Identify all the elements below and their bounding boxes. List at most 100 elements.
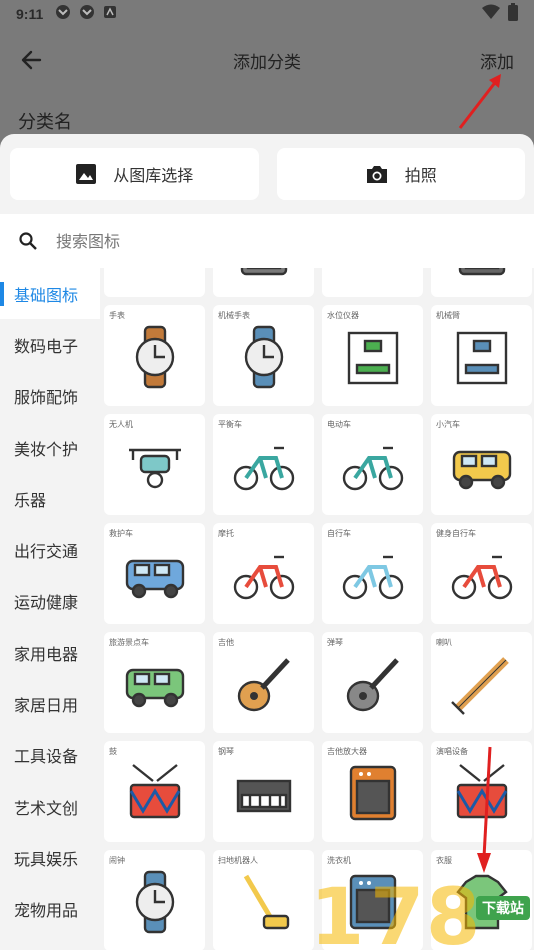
annotation-arrow bbox=[458, 74, 501, 129]
watch-icon bbox=[135, 325, 175, 389]
camera-icon bbox=[366, 166, 387, 183]
category-item[interactable]: 数码电子 bbox=[0, 319, 100, 370]
icon-tile[interactable]: 水位仪器 bbox=[322, 305, 423, 406]
icon-tile-label: 演唱设备 bbox=[436, 747, 468, 756]
category-item[interactable]: 玩具娱乐 bbox=[0, 832, 100, 883]
3d-printer-icon bbox=[347, 331, 399, 385]
category-item[interactable]: 基础图标 bbox=[0, 268, 100, 320]
category-list: 基础图标 数码电子 服饰配饰 美妆个护 乐器 出行交通 运动健康 家用电器 家居日用 工具设备 艺术… bbox=[0, 268, 100, 950]
image-icon bbox=[76, 164, 97, 184]
amplifier-icon bbox=[349, 765, 397, 821]
watermark-text: 下载站 bbox=[476, 896, 530, 920]
status-bar: 9:11 bbox=[0, 0, 534, 28]
icon-tile[interactable]: 自行车 bbox=[322, 523, 423, 624]
category-item[interactable]: 出行交通 bbox=[0, 524, 100, 575]
icon-tile-label: 小汽车 bbox=[436, 420, 460, 429]
icon-tile-label: 洗衣机 bbox=[327, 856, 351, 865]
icon-tile-label: 摩托 bbox=[218, 529, 234, 538]
vacuum-icon bbox=[243, 874, 290, 930]
mechanical-watch-icon bbox=[244, 325, 284, 389]
category-item[interactable]: 家用电器 bbox=[0, 627, 100, 678]
motorcycle-icon bbox=[233, 555, 295, 600]
search-input[interactable] bbox=[56, 231, 456, 251]
icon-tile-label: 手表 bbox=[109, 311, 125, 320]
category-item[interactable]: 服饰配饰 bbox=[0, 371, 100, 422]
notification-icon-2 bbox=[79, 4, 95, 24]
category-item[interactable]: 美妆个护 bbox=[0, 422, 100, 473]
car-icon bbox=[452, 450, 512, 490]
drone-icon bbox=[129, 448, 181, 489]
icon-tile[interactable]: 救护车 bbox=[104, 523, 205, 624]
svg-text:1: 1 bbox=[310, 880, 364, 950]
projector-icon bbox=[123, 268, 187, 280]
headset-icon bbox=[341, 268, 405, 280]
icon-tile[interactable]: 小汽车 bbox=[431, 414, 532, 515]
icon-tile[interactable]: 弹琴 bbox=[322, 632, 423, 733]
icon-tile[interactable]: 闹钟 bbox=[104, 850, 205, 950]
icon-tile[interactable]: 机械臂 bbox=[431, 305, 532, 406]
camera-button-label: 拍照 bbox=[404, 166, 437, 185]
icon-tile[interactable]: 扫地机器人 bbox=[213, 850, 314, 950]
icon-tile[interactable] bbox=[104, 268, 205, 297]
rv-icon bbox=[125, 559, 185, 599]
icon-tile-label: 健身自行车 bbox=[436, 529, 476, 538]
electric-guitar-icon bbox=[346, 658, 399, 712]
icon-tile[interactable]: 吉他 bbox=[213, 632, 314, 733]
icon-tile[interactable]: 无人机 bbox=[104, 414, 205, 515]
icon-tile[interactable] bbox=[431, 268, 532, 297]
gallery-button-label: 从图库选择 bbox=[113, 166, 194, 185]
icon-tile[interactable]: 吉他放大器 bbox=[322, 741, 423, 842]
icon-tile-label: 闹钟 bbox=[109, 856, 125, 865]
bicycle-icon bbox=[342, 555, 404, 600]
top-app-bar: 添加分类 添加 bbox=[0, 36, 534, 84]
icon-tile-label: 钢琴 bbox=[218, 747, 234, 756]
piano-icon bbox=[236, 779, 292, 813]
electric-scooter-icon bbox=[342, 446, 404, 491]
gallery-button[interactable]: 从图库选择 bbox=[10, 148, 259, 200]
category-item[interactable]: 乐器 bbox=[0, 473, 100, 524]
icon-tile-label: 吉他 bbox=[218, 638, 234, 647]
icon-tile-label: 机械手表 bbox=[218, 311, 250, 320]
robot-arm-icon bbox=[456, 331, 508, 385]
category-item[interactable]: 宠物用品 bbox=[0, 884, 100, 935]
icon-tile[interactable] bbox=[213, 268, 314, 297]
guitar-icon bbox=[237, 658, 290, 712]
icon-tile[interactable]: 手表 bbox=[104, 305, 205, 406]
category-item[interactable]: 工具设备 bbox=[0, 730, 100, 781]
balance-scooter-icon bbox=[233, 446, 295, 491]
camera-button[interactable]: 拍照 bbox=[276, 148, 525, 200]
icon-tile[interactable]: 电动车 bbox=[322, 414, 423, 515]
page-title: 添加分类 bbox=[233, 53, 301, 73]
icon-tile[interactable] bbox=[322, 268, 423, 297]
icon-grid-viewport: 手表 机械手表 水位仪器 机械臂无人机 平衡车 电动车 小汽车救护车 摩托 自行车 健身自行车旅游… bbox=[100, 268, 534, 950]
icon-tile-label: 喇叭 bbox=[436, 638, 452, 647]
svg-text:7: 7 bbox=[370, 880, 424, 950]
category-item[interactable]: 运动健康 bbox=[0, 576, 100, 627]
icon-tile[interactable]: 旅游景点车 bbox=[104, 632, 205, 733]
category-name-label: 分类名 bbox=[18, 112, 72, 133]
icon-tile-label: 自行车 bbox=[327, 529, 351, 538]
icon-grid: 手表 机械手表 水位仪器 机械臂无人机 平衡车 电动车 小汽车救护车 摩托 自行车 健身自行车旅游… bbox=[104, 268, 532, 950]
icon-tile[interactable]: 摩托 bbox=[213, 523, 314, 624]
category-item[interactable]: 艺术文创 bbox=[0, 781, 100, 832]
battery-icon bbox=[508, 3, 518, 25]
icon-tile[interactable]: 鼓 bbox=[104, 741, 205, 842]
icon-tile-label: 水位仪器 bbox=[327, 311, 359, 320]
icon-tile[interactable]: 钢琴 bbox=[213, 741, 314, 842]
icon-tile-label: 无人机 bbox=[109, 420, 133, 429]
server-icon bbox=[458, 268, 506, 276]
mixer-icon bbox=[240, 268, 288, 276]
category-item[interactable]: 家居日用 bbox=[0, 678, 100, 729]
bus-icon bbox=[125, 668, 185, 708]
icon-tile[interactable]: 喇叭 bbox=[431, 632, 532, 733]
svg-text:8: 8 bbox=[426, 880, 480, 950]
icon-search-bar bbox=[0, 214, 534, 268]
icon-tile[interactable]: 健身自行车 bbox=[431, 523, 532, 624]
icon-tile-label: 衣服 bbox=[436, 856, 452, 865]
icon-tile[interactable]: 机械手表 bbox=[213, 305, 314, 406]
icon-tile[interactable]: 平衡车 bbox=[213, 414, 314, 515]
annotation-arrow-down bbox=[477, 746, 492, 873]
wifi-icon bbox=[482, 4, 500, 24]
icon-tile-label: 弹琴 bbox=[327, 638, 343, 647]
icon-picker-sheet: 从图库选择 拍照 基础图标数码电子服饰配饰美妆个护乐器出行交通运动健康家用电器家… bbox=[0, 134, 534, 950]
